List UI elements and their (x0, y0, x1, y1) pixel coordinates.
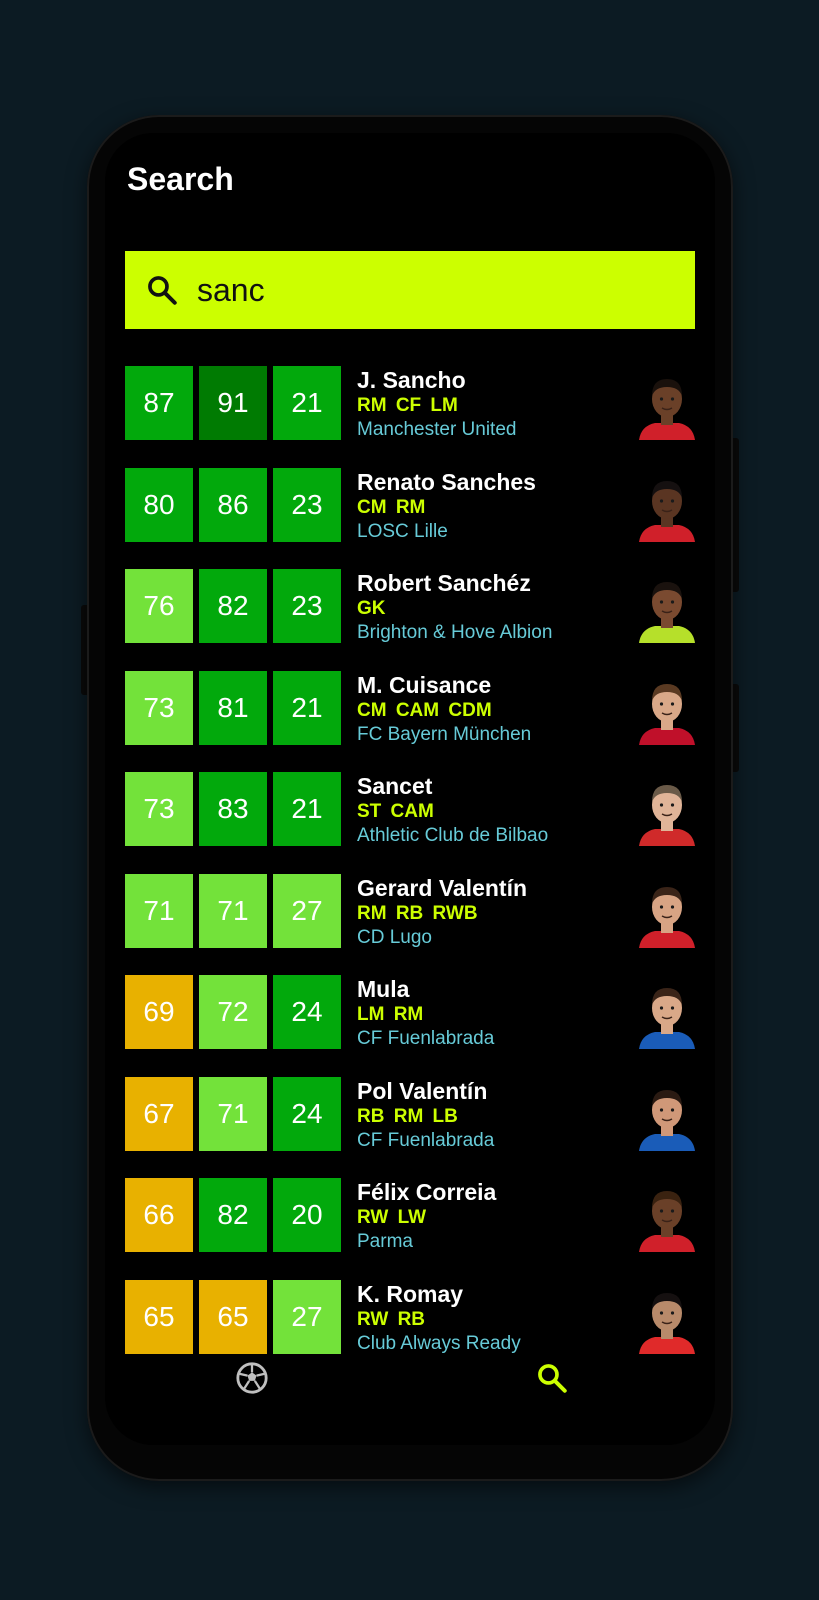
player-row[interactable]: 76 82 23 Robert Sanchéz GK Brighton & Hove Al… (125, 569, 697, 643)
player-name: Mula (357, 976, 410, 1002)
player-row[interactable]: 73 83 21 Sancet ST CAM Athletic Club de Bilba… (125, 772, 697, 846)
player-row[interactable]: 80 86 23 Renato Sanches CM RM LOSC Lille (125, 468, 697, 542)
rating-box: 20 (273, 1178, 341, 1252)
player-positions: ST CAM (357, 801, 434, 822)
player-avatar (639, 887, 695, 948)
player-info: M. Cuisance CM CAM CDM FC Bayern München (357, 671, 627, 747)
player-positions: GK (357, 598, 386, 619)
rating-box: 71 (199, 874, 267, 948)
player-positions: RB RM LB (357, 1106, 458, 1127)
search-icon (148, 276, 177, 305)
phone-power-button (733, 684, 739, 772)
player-info: Robert Sanchéz GK Brighton & Hove Albion (357, 569, 627, 645)
search-bar[interactable]: sanc (125, 251, 695, 329)
rating-box: 67 (125, 1077, 193, 1151)
player-club: Parma (357, 1231, 413, 1252)
player-avatar (639, 684, 695, 745)
rating-box: 73 (125, 772, 193, 846)
player-name: Félix Correia (357, 1179, 497, 1205)
rating-box: 69 (125, 975, 193, 1049)
player-avatar (639, 988, 695, 1049)
player-positions: RW RB (357, 1309, 426, 1330)
player-club: LOSC Lille (357, 521, 448, 542)
player-row[interactable]: 67 71 24 Pol Valentín RB RM LB CF Fuenlabrada (125, 1077, 697, 1151)
player-club: Athletic Club de Bilbao (357, 825, 549, 846)
player-avatar (639, 379, 695, 440)
player-avatar (639, 1191, 695, 1252)
rating-box: 21 (273, 366, 341, 440)
rating-box: 72 (199, 975, 267, 1049)
player-name: J. Sancho (357, 367, 466, 393)
player-club: FC Bayern München (357, 724, 532, 745)
player-positions: CM RM (357, 497, 426, 518)
player-name: Renato Sanches (357, 469, 536, 495)
player-club: Manchester United (357, 419, 517, 440)
rating-box: 82 (199, 1178, 267, 1252)
nav-search-icon[interactable] (535, 1361, 569, 1395)
player-club: CD Lugo (357, 927, 432, 948)
player-info: Gerard Valentín RM RB RWB CD Lugo (357, 874, 627, 950)
rating-box: 71 (125, 874, 193, 948)
player-club: CF Fuenlabrada (357, 1028, 495, 1049)
player-row[interactable]: 87 91 21 J. Sancho RM CF LM Manchester United (125, 366, 697, 440)
rating-box: 82 (199, 569, 267, 643)
phone-volume-button (733, 438, 739, 592)
app-screen: Search sanc 87 91 21 J. Sancho RM CF LM Manch… (105, 133, 715, 1445)
player-info: Sancet ST CAM Athletic Club de Bilbao (357, 772, 627, 848)
rating-box: 73 (125, 671, 193, 745)
player-row[interactable]: 69 72 24 Mula LM RM CF Fuenlabrada (125, 975, 697, 1049)
player-name: Sancet (357, 773, 433, 799)
player-positions: RM RB RWB (357, 903, 478, 924)
rating-box: 21 (273, 671, 341, 745)
player-positions: LM RM (357, 1004, 424, 1025)
rating-box: 24 (273, 975, 341, 1049)
player-name: K. Romay (357, 1281, 464, 1307)
search-input[interactable]: sanc (197, 251, 265, 329)
rating-box: 91 (199, 366, 267, 440)
rating-box: 83 (199, 772, 267, 846)
player-info: Pol Valentín RB RM LB CF Fuenlabrada (357, 1077, 627, 1153)
player-row[interactable]: 73 81 21 M. Cuisance CM CAM CDM FC Bayern Mün… (125, 671, 697, 745)
page-title: Search (127, 161, 234, 197)
player-name: M. Cuisance (357, 672, 492, 698)
rating-box: 23 (273, 468, 341, 542)
rating-box: 24 (273, 1077, 341, 1151)
rating-box: 86 (199, 468, 267, 542)
player-club: CF Fuenlabrada (357, 1130, 495, 1151)
soccer-ball-icon[interactable] (235, 1361, 269, 1395)
rating-box: 23 (273, 569, 341, 643)
player-info: Mula LM RM CF Fuenlabrada (357, 975, 627, 1051)
player-avatar (639, 582, 695, 643)
player-positions: CM CAM CDM (357, 700, 492, 721)
player-name: Robert Sanchéz (357, 570, 531, 596)
player-row[interactable]: 71 71 27 Gerard Valentín RM RB RWB CD Lugo (125, 874, 697, 948)
player-avatar (639, 785, 695, 846)
rating-box: 21 (273, 772, 341, 846)
player-club: Brighton & Hove Albion (357, 622, 553, 643)
player-info: J. Sancho RM CF LM Manchester United (357, 366, 627, 442)
player-name: Pol Valentín (357, 1078, 488, 1104)
player-avatar (639, 1090, 695, 1151)
rating-box: 71 (199, 1077, 267, 1151)
rating-box: 80 (125, 468, 193, 542)
bottom-nav (105, 1343, 715, 1413)
player-positions: RM CF LM (357, 395, 458, 416)
player-row[interactable]: 66 82 20 Félix Correia RW LW Parma (125, 1178, 697, 1252)
player-name: Gerard Valentín (357, 875, 528, 901)
rating-box: 81 (199, 671, 267, 745)
rating-box: 27 (273, 874, 341, 948)
rating-box: 66 (125, 1178, 193, 1252)
player-positions: RW LW (357, 1207, 427, 1228)
rating-box: 76 (125, 569, 193, 643)
player-info: Félix Correia RW LW Parma (357, 1178, 627, 1254)
player-info: Renato Sanches CM RM LOSC Lille (357, 468, 627, 544)
player-avatar (639, 481, 695, 542)
rating-box: 87 (125, 366, 193, 440)
